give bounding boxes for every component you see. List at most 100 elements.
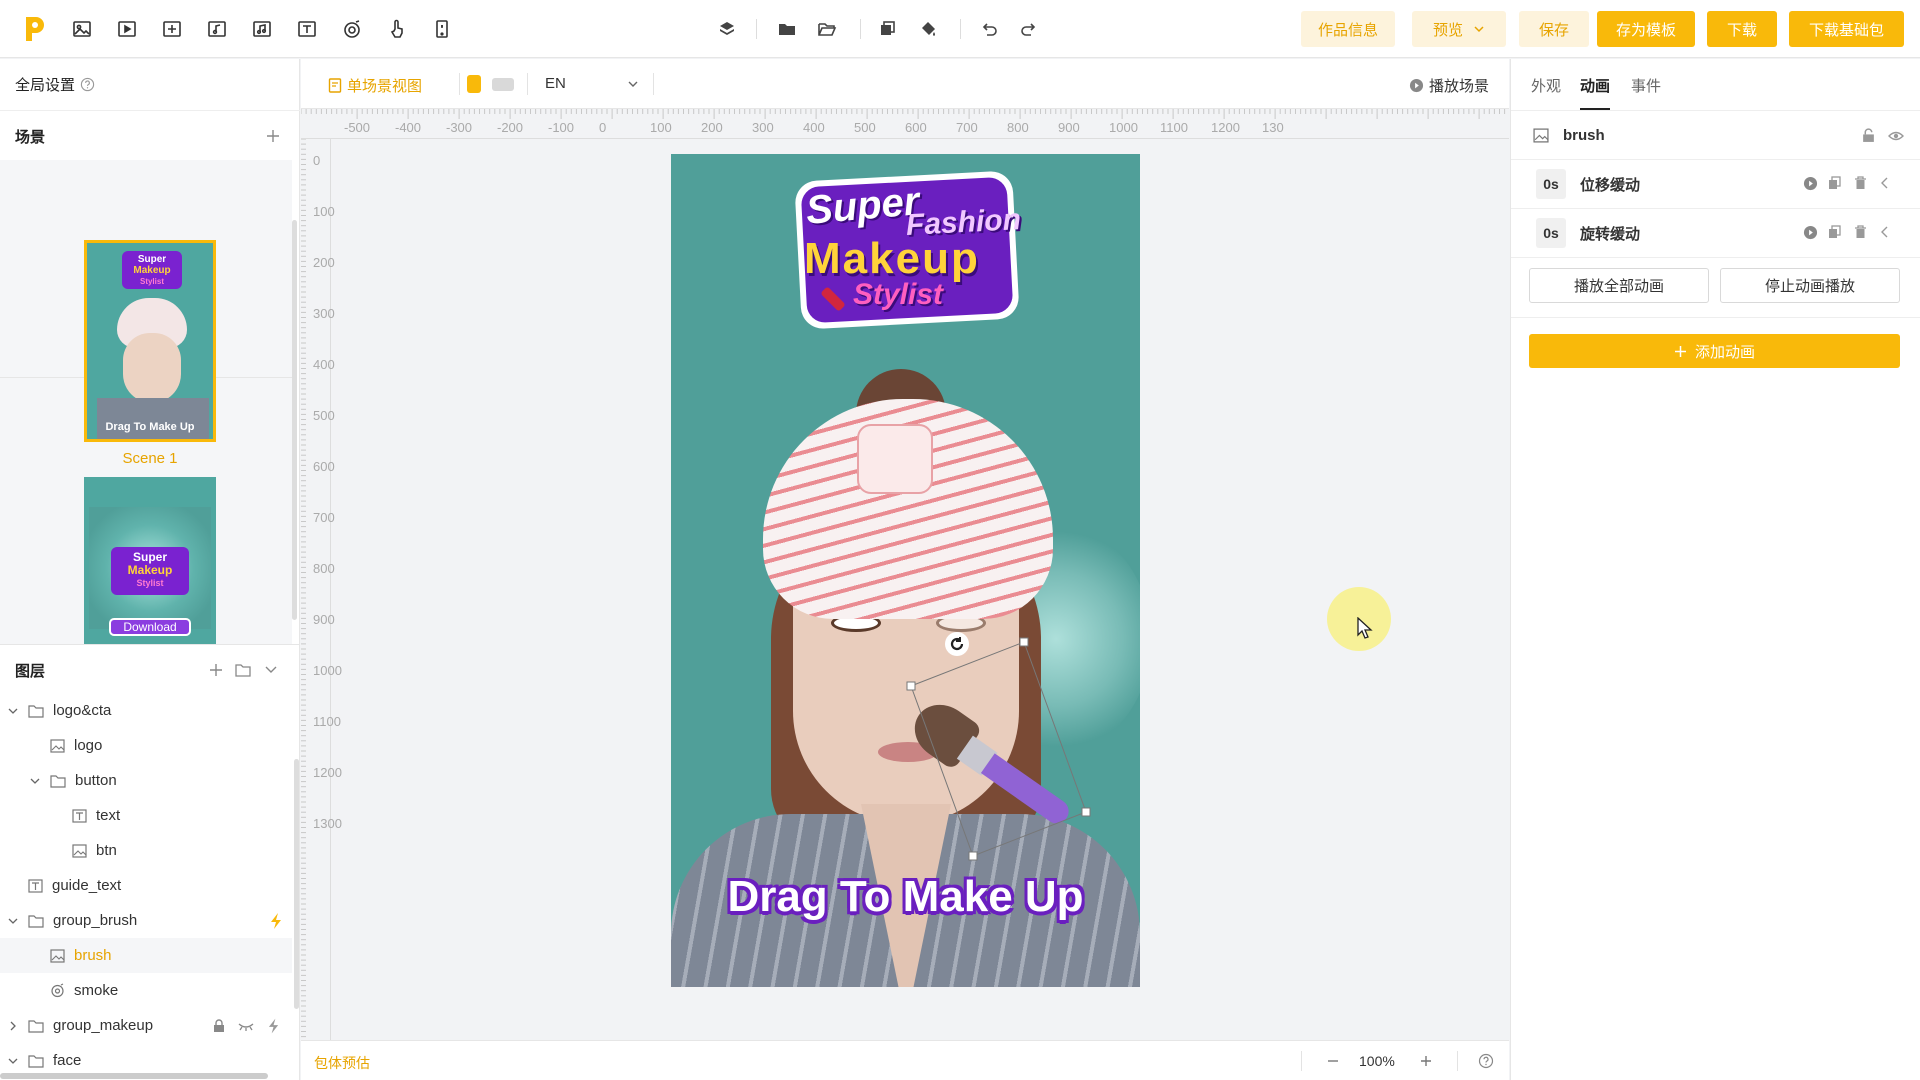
resize-handle[interactable]: [1081, 807, 1091, 817]
add-animation-button[interactable]: 添加动画: [1529, 334, 1900, 368]
eye-closed-icon[interactable]: [238, 1020, 254, 1032]
zoom-out-icon[interactable]: [1327, 1055, 1339, 1067]
layer-logo-cta[interactable]: logo&cta: [0, 693, 292, 728]
layer-group-brush[interactable]: group_brush: [0, 903, 292, 938]
save-template-button[interactable]: 存为模板: [1597, 11, 1695, 47]
scenes-title-text: 场景: [15, 129, 46, 146]
copy-icon[interactable]: [875, 17, 899, 41]
delete-icon[interactable]: [1852, 224, 1868, 240]
tab-appearance[interactable]: 外观: [1531, 75, 1561, 96]
particle-icon[interactable]: [340, 17, 364, 41]
animation-row-move[interactable]: 0s 位移缓动: [1511, 160, 1920, 209]
download-base-button[interactable]: 下载基础包: [1789, 11, 1904, 47]
layer-button[interactable]: button: [0, 763, 292, 798]
collapse-layers-icon[interactable]: [264, 664, 278, 676]
layer-scrollbar[interactable]: [294, 759, 299, 1009]
save-button[interactable]: 保存: [1519, 11, 1589, 47]
layer-label: button: [75, 772, 117, 789]
package-estimate-link[interactable]: 包体预估: [314, 1053, 370, 1073]
ruler-label: 0: [599, 120, 607, 135]
layers-icon[interactable]: [715, 17, 739, 41]
scene-scrollbar[interactable]: [292, 160, 298, 620]
resize-handle[interactable]: [968, 851, 978, 861]
play-circle-icon[interactable]: [1802, 175, 1818, 191]
redo-icon[interactable]: [1017, 17, 1041, 41]
folder-icon: [28, 703, 44, 719]
right-panel: 外观 动画 事件 brush 0s 位移缓动 0s 旋转缓动 播放全部动画 停止…: [1510, 59, 1920, 1080]
layer-label: text: [96, 807, 121, 824]
tab-events[interactable]: 事件: [1631, 75, 1661, 96]
portrait-orientation-button[interactable]: [467, 75, 481, 93]
global-settings-row[interactable]: 全局设置: [0, 59, 300, 111]
work-info-button[interactable]: 作品信息: [1301, 11, 1395, 47]
help-icon[interactable]: [1478, 1053, 1494, 1069]
stage-canvas[interactable]: Super Fashion Makeup Stylist Drag To Mak…: [671, 154, 1140, 987]
zoom-in-icon[interactable]: [1420, 1055, 1432, 1067]
layer-text[interactable]: text: [0, 798, 292, 833]
language-select[interactable]: EN: [545, 75, 639, 92]
landscape-orientation-button[interactable]: [492, 78, 514, 91]
play-scene-button[interactable]: 播放场景: [1409, 75, 1489, 96]
lock-icon[interactable]: [213, 1019, 225, 1033]
play-circle-icon[interactable]: [1802, 224, 1818, 240]
thumb-logo-line1: Super: [137, 254, 167, 265]
chevron-left-icon[interactable]: [1877, 175, 1893, 191]
stop-animations-button[interactable]: 停止动画播放: [1720, 268, 1900, 303]
copy-icon[interactable]: [1827, 175, 1843, 191]
resize-handle[interactable]: [906, 681, 916, 691]
audio-icon[interactable]: [205, 17, 229, 41]
paint-icon[interactable]: [916, 17, 940, 41]
tab-animation[interactable]: 动画: [1580, 75, 1610, 96]
chevron-down-icon[interactable]: [6, 914, 20, 928]
add-scene-icon[interactable]: [266, 129, 280, 143]
scene-list[interactable]: Super Makeup Stylist Drag To Make Up Sce…: [0, 160, 292, 644]
layer-group-makeup[interactable]: group_makeup: [0, 1008, 292, 1043]
chevron-down-icon[interactable]: [6, 704, 20, 718]
video-icon[interactable]: [115, 17, 139, 41]
folder-icon[interactable]: [775, 17, 799, 41]
add-layer-icon[interactable]: [209, 663, 223, 677]
animation-delay-badge[interactable]: 0s: [1536, 169, 1566, 199]
copy-icon[interactable]: [1827, 224, 1843, 240]
eye-icon[interactable]: [1888, 129, 1904, 143]
chevron-left-icon[interactable]: [1877, 224, 1893, 240]
download-button[interactable]: 下载: [1707, 11, 1777, 47]
scene2-thumbnail[interactable]: Super Makeup Stylist Download: [84, 477, 216, 644]
ruler-label: 600: [905, 120, 927, 135]
layer-guide-text[interactable]: guide_text: [0, 868, 292, 903]
play-all-animations-button[interactable]: 播放全部动画: [1529, 268, 1709, 303]
animation-delay-badge[interactable]: 0s: [1536, 218, 1566, 248]
undo-icon[interactable]: [977, 17, 1001, 41]
touch-icon[interactable]: [385, 17, 409, 41]
text-icon: [27, 878, 43, 894]
animation-row-rotate[interactable]: 0s 旋转缓动: [1511, 209, 1920, 258]
delete-icon[interactable]: [1852, 175, 1868, 191]
layer-smoke[interactable]: smoke: [0, 973, 292, 1008]
lightning-icon[interactable]: [270, 913, 283, 929]
scene-card-2[interactable]: Super Makeup Stylist Download: [0, 378, 292, 644]
unlock-icon[interactable]: [1862, 128, 1875, 143]
phone-icon[interactable]: [430, 17, 454, 41]
chevron-right-icon[interactable]: [6, 1019, 20, 1033]
guide-text[interactable]: Drag To Make Up: [671, 872, 1140, 922]
help-icon[interactable]: [80, 77, 95, 92]
layer-logo[interactable]: logo: [0, 728, 292, 763]
add-folder-icon[interactable]: [235, 663, 251, 677]
lightning-icon[interactable]: [268, 1018, 280, 1034]
chevron-down-icon[interactable]: [28, 774, 42, 788]
image-icon[interactable]: [70, 17, 94, 41]
single-scene-view-toggle[interactable]: 单场景视图: [328, 75, 422, 96]
scene-card-1[interactable]: Super Makeup Stylist Drag To Make Up Sce…: [0, 160, 292, 467]
chevron-down-icon[interactable]: [6, 1054, 20, 1068]
folder-open-icon[interactable]: [815, 17, 839, 41]
preview-button[interactable]: 预览: [1412, 11, 1506, 47]
rotate-handle-icon[interactable]: [945, 632, 969, 656]
app-logo-icon[interactable]: [22, 15, 48, 43]
music-icon[interactable]: [250, 17, 274, 41]
text-icon[interactable]: [295, 17, 319, 41]
layer-brush[interactable]: brush: [0, 938, 292, 973]
resize-handle[interactable]: [1019, 637, 1029, 647]
layer-btn[interactable]: btn: [0, 833, 292, 868]
transform-icon[interactable]: [160, 17, 184, 41]
layer-h-scrollbar[interactable]: [0, 1073, 268, 1079]
